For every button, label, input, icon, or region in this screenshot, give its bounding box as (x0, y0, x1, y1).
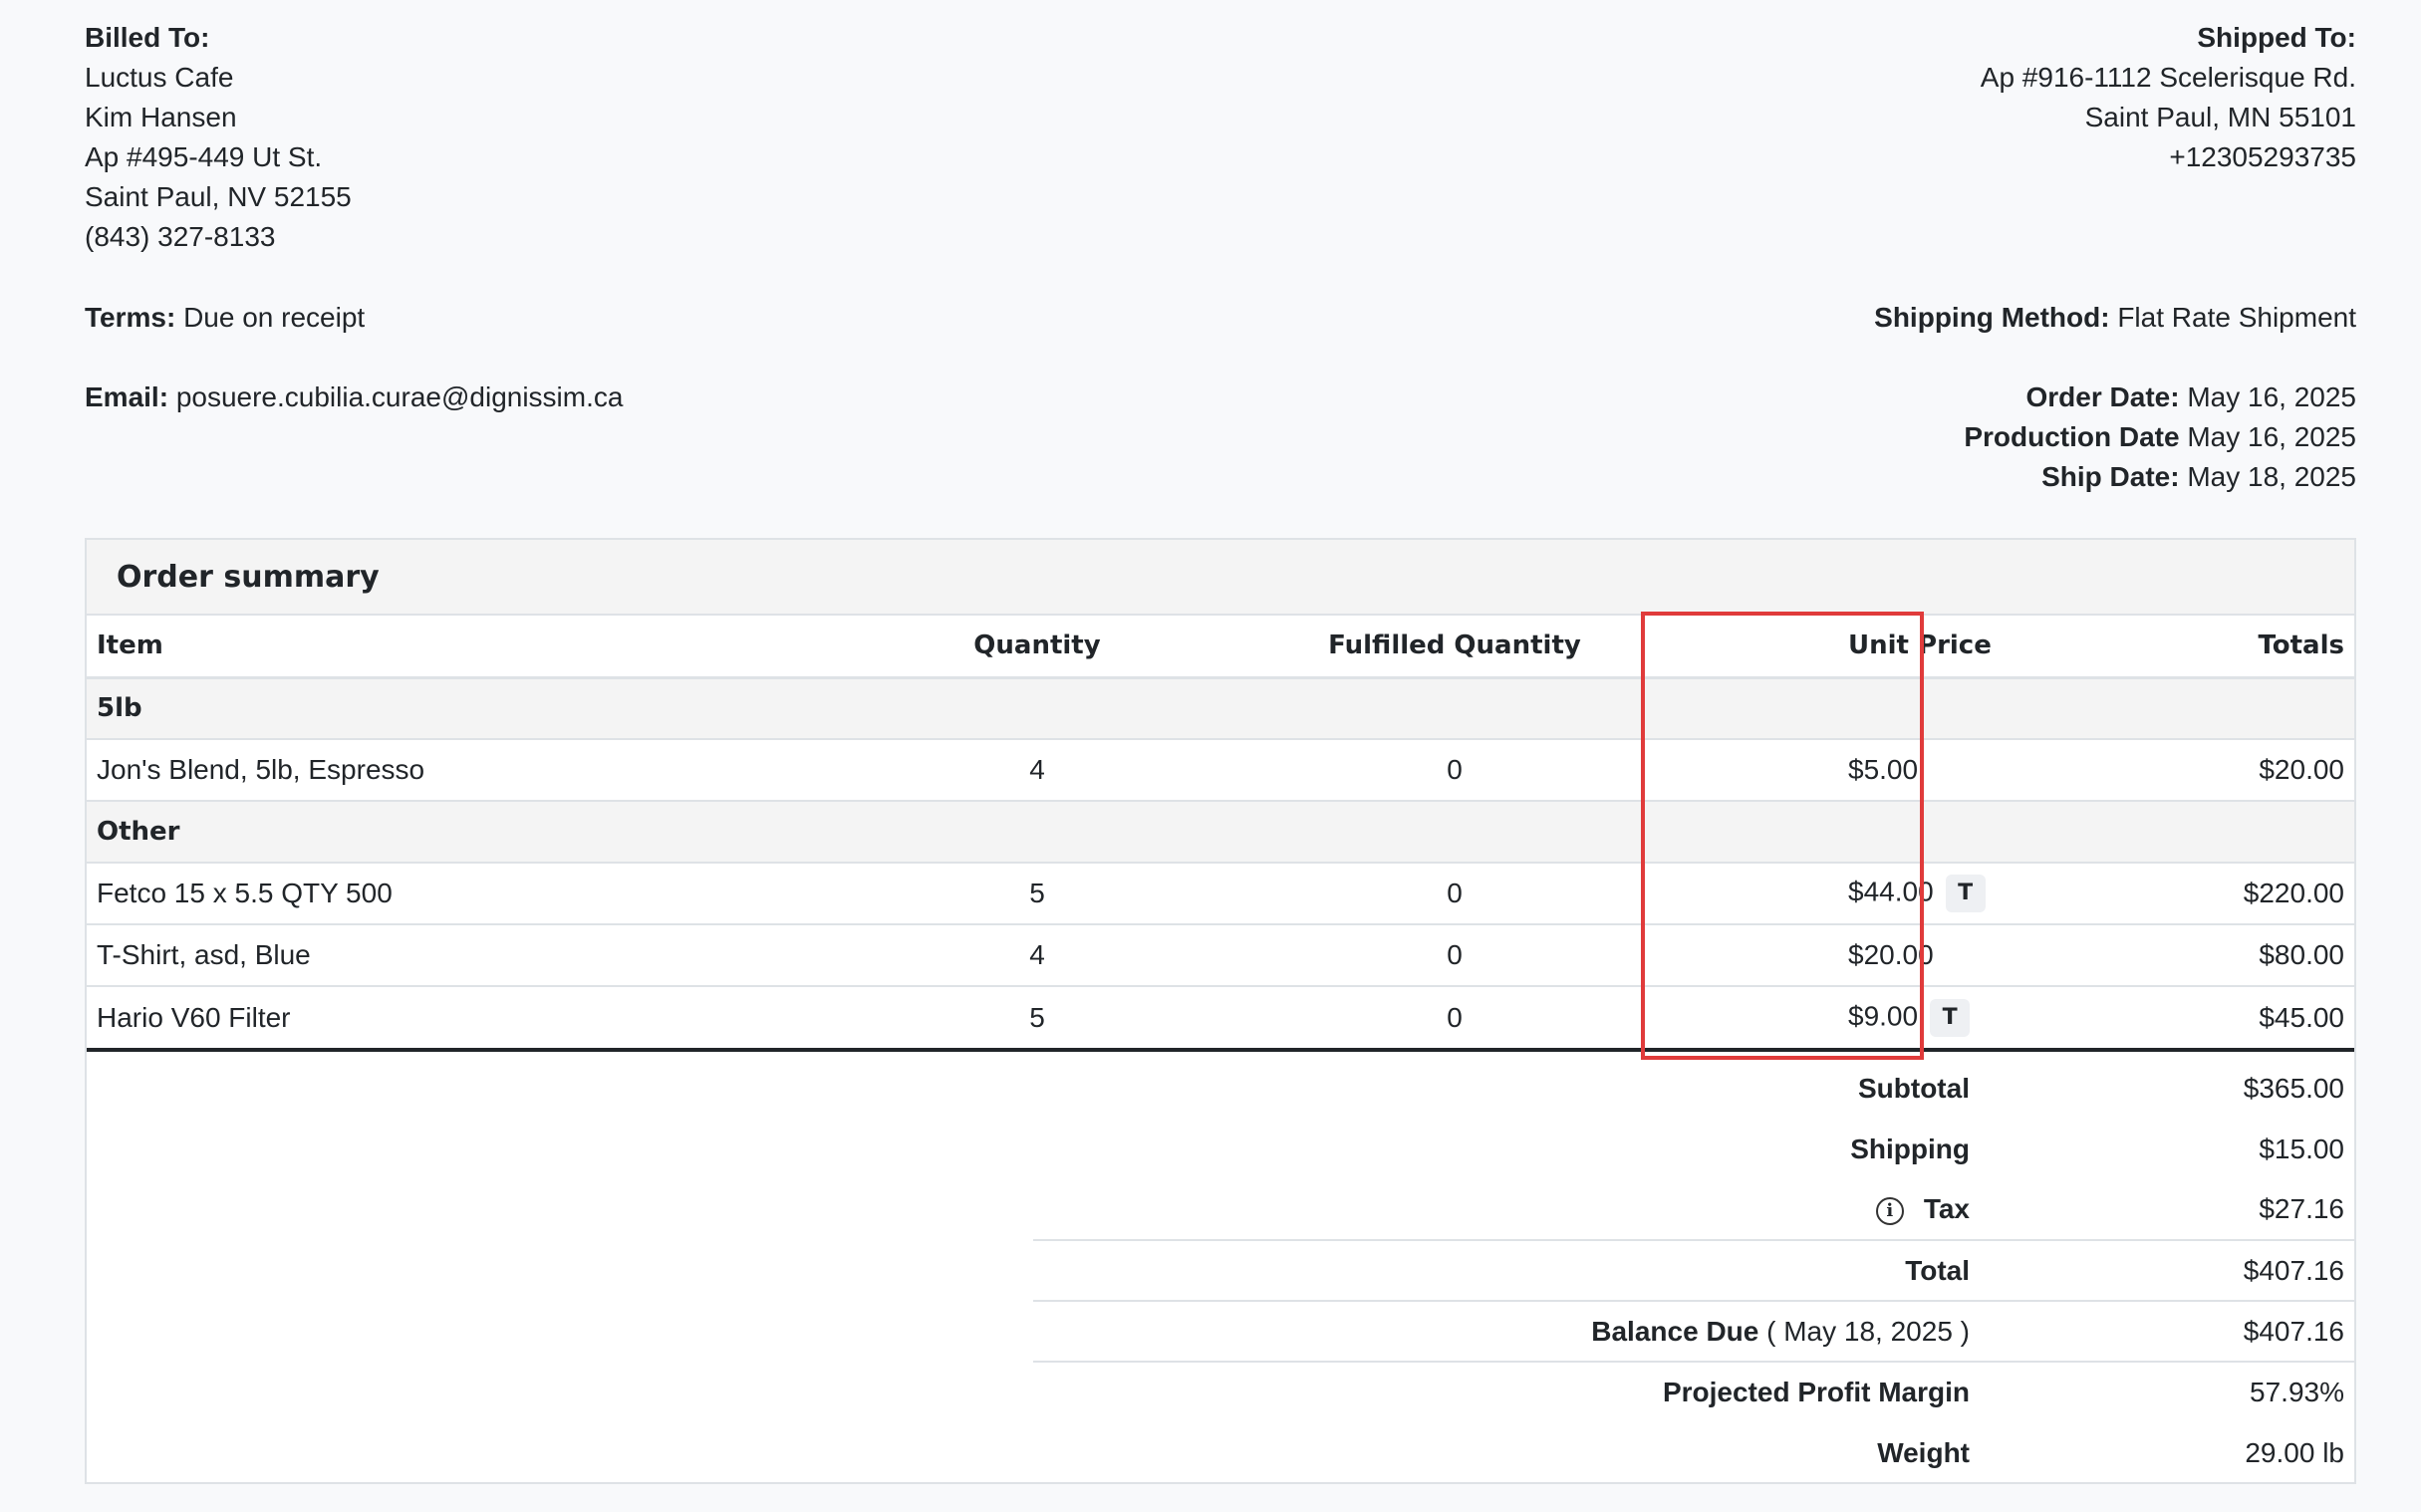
totals-row-subtotal: Subtotal $365.00 (1033, 1058, 2354, 1119)
tax-label: Tax (1923, 1193, 1970, 1224)
order-date-label: Order Date: (2025, 381, 2180, 412)
row-quantity: 4 (929, 739, 1146, 802)
unit-price-value: $9.00 (1848, 999, 1919, 1031)
unit-price-value: $44.00 (1848, 876, 1934, 907)
email-value: posuere.cubilia.curae@dignissim.ca (175, 381, 624, 412)
row-fulfilled: 0 (1146, 863, 1763, 925)
taxable-badge[interactable]: T (1945, 875, 1986, 912)
production-date-value: May 16, 2025 (2187, 421, 2356, 452)
tax-value: $27.16 (2259, 1193, 2344, 1224)
row-quantity: 5 (929, 863, 1146, 925)
shipping-method-label: Shipping Method: (1874, 302, 2110, 333)
totals-row-tax: i Tax $27.16 (1033, 1179, 2354, 1240)
col-header-unit-price: Unit Price (1763, 616, 2062, 679)
total-label: Total (1033, 1239, 1970, 1301)
row-item: Fetco 15 x 5.5 QTY 500 (87, 863, 929, 925)
row-quantity: 4 (929, 924, 1146, 987)
totals-row-total: Total $407.16 (1033, 1239, 2354, 1301)
row-fulfilled: 0 (1146, 924, 1763, 987)
table-row: Hario V60 Filter 5 0 $9.00 T $45.00 (87, 986, 2354, 1048)
row-total: $220.00 (2062, 863, 2354, 925)
shipping-method-line: Shipping Method: Flat Rate Shipment (1874, 298, 2356, 338)
row-fulfilled: 0 (1447, 1001, 1463, 1033)
balance-due-label-cell: Balance Due ( May 18, 2025 ) (1033, 1300, 1970, 1362)
row-item: Hario V60 Filter (97, 1001, 291, 1033)
group-row-other: Other (87, 801, 2354, 864)
terms-line: Terms: Due on receipt (85, 298, 365, 338)
order-items-table: Item Quantity Fulfilled Quantity Unit Pr… (87, 616, 2354, 1048)
billed-to-address1: Ap #495-449 Ut St. (85, 141, 323, 172)
ship-date-label: Ship Date: (2041, 461, 2180, 492)
table-row: T-Shirt, asd, Blue 4 0 $20.00 $80.00 (87, 924, 2354, 987)
email-label: Email: (85, 381, 169, 412)
table-header-row: Item Quantity Fulfilled Quantity Unit Pr… (87, 616, 2354, 679)
billed-to-block: Billed To: Luctus Cafe Kim Hansen Ap #49… (85, 18, 352, 257)
weight-value: 29.00 lb (2245, 1436, 2344, 1468)
profit-margin-label: Projected Profit Margin (1033, 1361, 1970, 1422)
row-total: $80.00 (2062, 924, 2354, 987)
row-quantity: 5 (1029, 1001, 1045, 1033)
billed-to-phone: (843) 327-8133 (85, 221, 276, 252)
row-unit-price: $5.00 (1763, 739, 2062, 802)
balance-due-value: $407.16 (1970, 1300, 2354, 1362)
group-row-5lb: 5lb (87, 677, 2354, 740)
invoice-page: Billed To: Luctus Cafe Kim Hansen Ap #49… (0, 0, 2421, 1512)
balance-due-label: Balance Due (1591, 1315, 1759, 1347)
shipped-to-block: Shipped To: Ap #916-1112 Scelerisque Rd.… (1981, 18, 2356, 177)
tax-label-cell: i Tax (1033, 1179, 1970, 1240)
table-row: Fetco 15 x 5.5 QTY 500 5 0 $44.00 T $220.… (87, 863, 2354, 925)
unit-price-value: $5.00 (1848, 754, 1919, 785)
shipped-to-phone: +12305293735 (2169, 141, 2356, 172)
production-date-label: Production Date (1964, 421, 2180, 452)
totals-row-shipping: Shipping $15.00 (1033, 1119, 2354, 1179)
balance-due-date: ( May 18, 2025 ) (1766, 1315, 1970, 1347)
billed-to-name: Kim Hansen (85, 102, 237, 132)
row-unit-price: $20.00 (1763, 924, 2062, 987)
shipping-value: $15.00 (2259, 1133, 2344, 1164)
info-circle-icon[interactable]: i (1875, 1196, 1904, 1225)
order-summary-title: Order summary (87, 540, 2354, 616)
row-fulfilled: 0 (1146, 739, 1763, 802)
group-name: Other (87, 801, 929, 864)
shipped-to-address1: Ap #916-1112 Scelerisque Rd. (1980, 62, 2356, 93)
table-row: Jon's Blend, 5lb, Espresso 4 0 $5.00 $20… (87, 739, 2354, 802)
billed-to-company: Luctus Cafe (85, 62, 234, 93)
shipping-label: Shipping (1850, 1133, 1970, 1164)
terms-value: Due on receipt (183, 302, 366, 333)
total-value: $407.16 (1970, 1239, 2354, 1301)
shipping-method-value: Flat Rate Shipment (2117, 302, 2356, 333)
row-item: Jon's Blend, 5lb, Espresso (87, 739, 929, 802)
taxable-badge[interactable]: T (1930, 998, 1971, 1037)
col-header-fulfilled-quantity: Fulfilled Quantity (1146, 616, 1763, 679)
row-item: T-Shirt, asd, Blue (87, 924, 929, 987)
table-bottom-rule (87, 1048, 2354, 1052)
unit-price-value: $20.00 (1848, 939, 1934, 970)
shipped-to-address2: Saint Paul, MN 55101 (2084, 102, 2356, 132)
billed-to-address2: Saint Paul, NV 52155 (85, 181, 352, 212)
terms-label: Terms: (85, 302, 176, 333)
row-total: $45.00 (2259, 1001, 2344, 1033)
order-summary-card: Order summary Item Quantity Fulfilled Qu… (85, 538, 2356, 1484)
col-header-item: Item (87, 616, 929, 679)
totals-row-weight: Weight 29.00 lb (1033, 1422, 2354, 1483)
totals-row-profit-margin: Projected Profit Margin 57.93% (1033, 1361, 2354, 1422)
email-line: Email: posuere.cubilia.curae@dignissim.c… (85, 378, 623, 417)
subtotal-value: $365.00 (2243, 1072, 2344, 1104)
ship-date-value: May 18, 2025 (2187, 461, 2356, 492)
group-name: 5lb (87, 677, 929, 740)
dates-block: Order Date: May 16, 2025 Production Date… (1964, 378, 2356, 497)
row-unit-price: $9.00 T (1763, 986, 2062, 1048)
shipped-to-label: Shipped To: (2197, 22, 2356, 53)
totals-table: Subtotal $365.00 Shipping $15.00 i Tax $2… (1033, 1058, 2354, 1483)
weight-label: Weight (1877, 1436, 1970, 1468)
profit-margin-value: 57.93% (1970, 1361, 2354, 1422)
billed-to-label: Billed To: (85, 22, 210, 53)
col-header-totals: Totals (2062, 616, 2354, 679)
totals-row-balance-due: Balance Due ( May 18, 2025 ) $407.16 (1033, 1300, 2354, 1362)
order-date-value: May 16, 2025 (2187, 381, 2356, 412)
row-unit-price: $44.00 T (1763, 863, 2062, 925)
subtotal-label: Subtotal (1858, 1072, 1970, 1104)
col-header-quantity: Quantity (929, 616, 1146, 679)
row-total: $20.00 (2062, 739, 2354, 802)
